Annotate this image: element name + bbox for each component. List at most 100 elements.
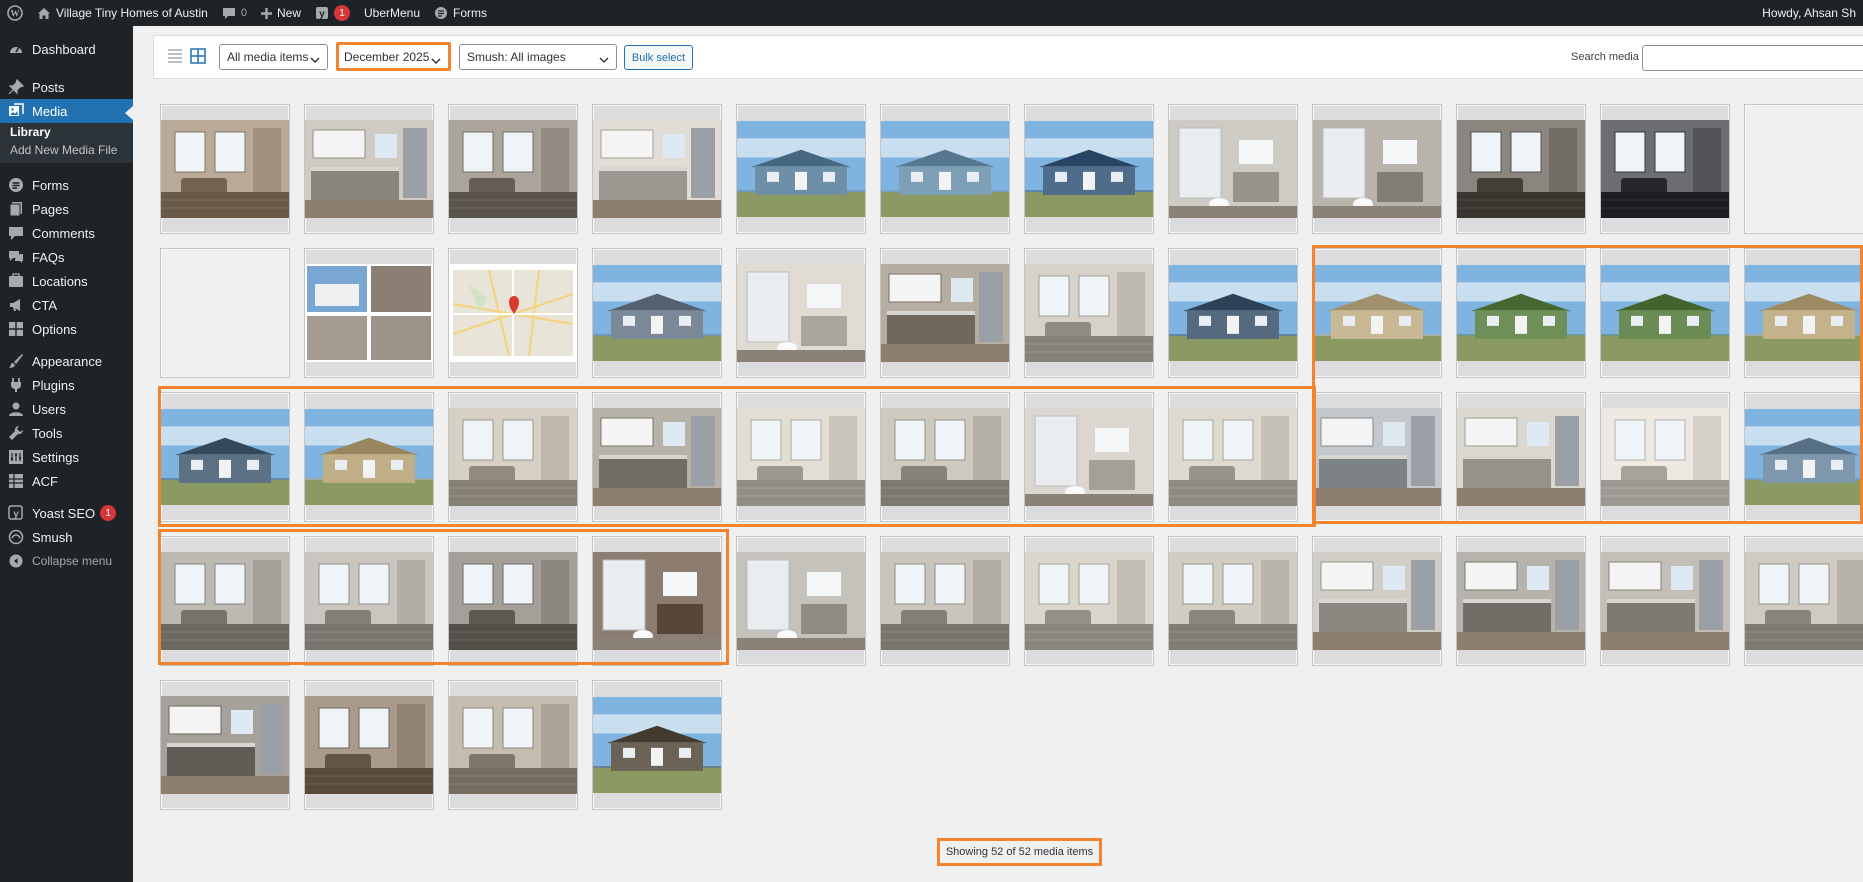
media-item[interactable] bbox=[448, 680, 578, 810]
options-icon bbox=[8, 321, 24, 337]
media-item[interactable] bbox=[736, 104, 866, 234]
admin-bar: W Village Tiny Homes of Austin 0 New y 1… bbox=[0, 0, 1863, 26]
media-item[interactable] bbox=[880, 536, 1010, 666]
menu-posts[interactable]: Posts bbox=[0, 73, 133, 101]
media-item[interactable] bbox=[304, 104, 434, 234]
collapse-icon bbox=[8, 553, 24, 569]
media-item[interactable] bbox=[1600, 536, 1730, 666]
media-item[interactable] bbox=[1600, 248, 1730, 378]
media-item[interactable] bbox=[448, 392, 578, 522]
smush-filter[interactable]: Smush: All images bbox=[459, 44, 617, 70]
new-content-link[interactable]: New bbox=[254, 0, 308, 26]
media-item[interactable] bbox=[880, 104, 1010, 234]
svg-text:y: y bbox=[13, 509, 19, 520]
media-item[interactable] bbox=[1312, 392, 1442, 522]
list-view-button[interactable] bbox=[165, 47, 185, 67]
media-item[interactable] bbox=[448, 104, 578, 234]
ubermenu-link[interactable]: UberMenu bbox=[357, 0, 427, 26]
media-item[interactable] bbox=[1744, 248, 1863, 378]
media-thumbnail bbox=[1457, 265, 1585, 361]
account-menu[interactable]: Howdy, Ahsan Sh bbox=[1755, 0, 1863, 26]
media-thumbnail bbox=[1457, 120, 1585, 218]
media-thumbnail bbox=[1745, 409, 1863, 505]
media-item[interactable] bbox=[160, 248, 290, 378]
media-item[interactable] bbox=[1600, 104, 1730, 234]
svg-text:y: y bbox=[319, 9, 325, 20]
site-name-link[interactable]: Village Tiny Homes of Austin bbox=[30, 0, 215, 26]
media-item[interactable] bbox=[160, 392, 290, 522]
media-type-filter[interactable]: All media items bbox=[219, 44, 328, 70]
menu-faqs-label: FAQs bbox=[32, 249, 65, 265]
media-item[interactable] bbox=[1600, 392, 1730, 522]
grid-view-button[interactable] bbox=[188, 47, 208, 67]
media-item[interactable] bbox=[160, 536, 290, 666]
media-item[interactable] bbox=[1024, 248, 1154, 378]
date-filter[interactable]: December 2025 bbox=[336, 42, 451, 71]
media-item[interactable] bbox=[304, 392, 434, 522]
media-thumbnail bbox=[449, 120, 577, 218]
media-item[interactable] bbox=[880, 248, 1010, 378]
media-item[interactable] bbox=[448, 536, 578, 666]
forms-label: Forms bbox=[453, 6, 488, 20]
media-item[interactable] bbox=[736, 392, 866, 522]
menu-acf[interactable]: ACF bbox=[0, 467, 133, 495]
media-item[interactable] bbox=[1456, 104, 1586, 234]
search-media-input[interactable] bbox=[1642, 45, 1863, 71]
media-item[interactable] bbox=[880, 392, 1010, 522]
menu-smush-label: Smush bbox=[32, 529, 73, 545]
comments-icon bbox=[8, 225, 24, 241]
media-item[interactable] bbox=[1168, 248, 1298, 378]
media-item[interactable] bbox=[736, 536, 866, 666]
media-item[interactable] bbox=[1744, 104, 1863, 234]
submenu-library[interactable]: Library bbox=[10, 125, 51, 139]
media-thumbnail bbox=[1025, 408, 1153, 506]
comment-icon bbox=[222, 7, 235, 19]
media-item[interactable] bbox=[1024, 104, 1154, 234]
media-item[interactable] bbox=[1168, 536, 1298, 666]
media-item[interactable] bbox=[1024, 536, 1154, 666]
grid-view-icon bbox=[190, 47, 206, 67]
media-item[interactable] bbox=[592, 392, 722, 522]
dashboard-icon bbox=[8, 41, 24, 57]
media-thumbnail bbox=[161, 409, 289, 505]
media-item[interactable] bbox=[448, 248, 578, 378]
menu-options[interactable]: Options bbox=[0, 315, 133, 343]
media-item[interactable] bbox=[1456, 536, 1586, 666]
media-item[interactable] bbox=[1456, 392, 1586, 522]
menu-dashboard[interactable]: Dashboard bbox=[0, 35, 133, 63]
forms-link[interactable]: Forms bbox=[427, 0, 494, 26]
collapse-menu-button[interactable]: Collapse menu bbox=[0, 547, 133, 575]
media-item[interactable] bbox=[592, 248, 722, 378]
media-item[interactable] bbox=[1312, 104, 1442, 234]
media-item[interactable] bbox=[1312, 248, 1442, 378]
yoast-count-badge: 1 bbox=[334, 5, 350, 21]
media-item[interactable] bbox=[592, 536, 722, 666]
media-item[interactable] bbox=[1312, 536, 1442, 666]
media-item[interactable] bbox=[1744, 392, 1863, 522]
yoast-menu-link[interactable]: y 1 bbox=[308, 0, 357, 26]
media-item[interactable] bbox=[1168, 104, 1298, 234]
media-thumbnail bbox=[1169, 120, 1297, 218]
media-item[interactable] bbox=[304, 536, 434, 666]
media-item[interactable] bbox=[160, 104, 290, 234]
wordpress-logo-icon[interactable]: W bbox=[0, 0, 30, 26]
forms-icon bbox=[435, 7, 448, 19]
media-item[interactable] bbox=[1456, 248, 1586, 378]
media-item[interactable] bbox=[592, 104, 722, 234]
media-thumbnail bbox=[1313, 265, 1441, 361]
media-item[interactable] bbox=[304, 680, 434, 810]
media-item[interactable] bbox=[160, 680, 290, 810]
media-item[interactable] bbox=[1168, 392, 1298, 522]
comments-link[interactable]: 0 bbox=[215, 0, 254, 26]
settings-icon bbox=[8, 449, 24, 465]
media-thumbnail bbox=[593, 552, 721, 650]
menu-dashboard-label: Dashboard bbox=[32, 41, 96, 57]
submenu-add-new[interactable]: Add New Media File bbox=[10, 143, 117, 157]
media-item[interactable] bbox=[736, 248, 866, 378]
media-item[interactable] bbox=[1744, 536, 1863, 666]
media-item[interactable] bbox=[1024, 392, 1154, 522]
menu-media[interactable]: Media bbox=[0, 99, 133, 123]
bulk-select-button[interactable]: Bulk select bbox=[624, 45, 693, 70]
media-item[interactable] bbox=[592, 680, 722, 810]
media-item[interactable] bbox=[304, 248, 434, 378]
